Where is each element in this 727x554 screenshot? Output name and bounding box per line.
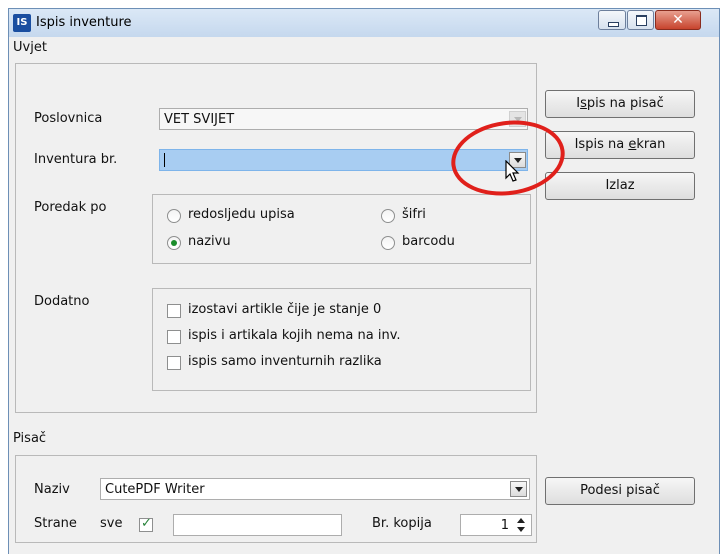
printer-select[interactable]: CutePDF Writer [100, 478, 530, 500]
close-window-button[interactable]: ✕ [655, 10, 701, 30]
poslovnica-value: VET SVIJET [164, 112, 235, 127]
print-inventory-window: IS Ispis inventure ✕ Uvjet Poslovnica VE… [8, 8, 720, 554]
radio-sifri[interactable] [381, 209, 395, 223]
text-caret [164, 153, 165, 167]
ispis-artikala-nema-label: ispis i artikala kojih nema na inv. [188, 328, 401, 343]
sifri-label: šifri [402, 207, 426, 222]
spin-down-icon[interactable] [517, 527, 525, 532]
inventurnih-razlika-label: ispis samo inventurnih razlika [188, 354, 382, 369]
printer-dropdown-button[interactable] [510, 481, 527, 497]
checkbox-inventurnih-razlika[interactable] [167, 356, 181, 370]
naziv-label: Naziv [34, 482, 70, 497]
radio-selected-dot [171, 240, 177, 246]
chevron-down-icon [515, 487, 523, 492]
copies-value: 1 [500, 518, 509, 533]
close-icon: ✕ [672, 12, 684, 28]
poslovnica-label: Poslovnica [34, 111, 103, 126]
uvjet-group: Poslovnica VET SVIJET Inventura br. Pore… [15, 63, 537, 413]
redosljedu-upisa-label: redosljedu upisa [188, 207, 295, 222]
br-kopija-label: Br. kopija [372, 516, 432, 531]
pisac-group: Naziv CutePDF Writer Strane sve ✓ Br. ko… [15, 455, 537, 543]
spin-up-icon[interactable] [517, 518, 525, 523]
window-title: Ispis inventure [36, 15, 132, 30]
dodatno-label: Dodatno [34, 294, 90, 309]
printer-value: CutePDF Writer [105, 482, 205, 497]
mouse-cursor-icon [505, 160, 520, 182]
checkbox-izostavi-stanje-0[interactable] [167, 304, 181, 318]
title-bar: IS Ispis inventure ✕ [9, 9, 719, 37]
poredak-radio-group: redosljedu upisa šifri nazivu barcodu [152, 194, 531, 264]
printer-setup-button[interactable]: Podesi pisač [545, 477, 695, 505]
maximize-button[interactable] [627, 10, 654, 30]
poredak-label: Poredak po [34, 200, 107, 215]
pisac-section-label: Pisač [13, 431, 47, 446]
nazivu-label: nazivu [188, 234, 231, 249]
uvjet-section-label: Uvjet [13, 40, 47, 55]
page-range-input[interactable] [173, 514, 342, 536]
checkbox-ispis-artikala-nema[interactable] [167, 330, 181, 344]
exit-button[interactable]: Izlaz [545, 172, 695, 200]
minimize-icon [608, 22, 619, 27]
minimize-button[interactable] [598, 10, 626, 30]
print-to-screen-button[interactable]: Ispis na ekran [545, 131, 695, 159]
maximize-icon [636, 15, 647, 26]
strane-label: Strane [34, 516, 77, 531]
dodatno-group: izostavi artikle čije je stanje 0 ispis … [152, 288, 531, 391]
copies-spin-buttons[interactable] [513, 516, 530, 534]
radio-nazivu[interactable] [167, 236, 181, 250]
poslovnica-select[interactable]: VET SVIJET [159, 108, 528, 130]
sve-label: sve [100, 516, 123, 531]
radio-barcodu[interactable] [381, 236, 395, 250]
izostavi-stanje-0-label: izostavi artikle čije je stanje 0 [188, 302, 382, 317]
inventura-label: Inventura br. [34, 152, 118, 167]
copies-spinner[interactable]: 1 [460, 514, 532, 536]
print-to-printer-button[interactable]: Ispis na pisač [545, 90, 695, 118]
check-icon: ✓ [141, 516, 152, 531]
radio-redosljedu-upisa[interactable] [167, 209, 181, 223]
checkbox-sve-strane[interactable]: ✓ [139, 516, 153, 532]
barcodu-label: barcodu [402, 234, 455, 249]
app-logo-icon: IS [13, 14, 31, 32]
